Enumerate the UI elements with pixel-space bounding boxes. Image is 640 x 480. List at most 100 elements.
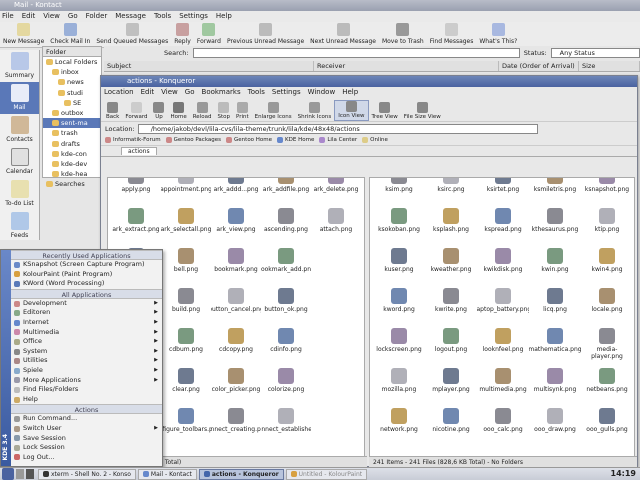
tree-view-button[interactable]: Tree View bbox=[369, 102, 401, 121]
menu-item-switch-user[interactable]: Switch User ▶ bbox=[11, 424, 162, 434]
move-to-trash-button[interactable]: Move to Trash bbox=[379, 22, 427, 47]
menu-folder[interactable]: Folder bbox=[86, 11, 108, 22]
menu-item-kword[interactable]: KWord (Word Processing) bbox=[11, 279, 162, 289]
file-item[interactable] bbox=[311, 248, 361, 288]
sidebar-item-todo[interactable]: To-do List bbox=[0, 178, 39, 210]
konqueror-titlebar[interactable]: actions - Konqueror bbox=[101, 76, 637, 87]
icon-view-button[interactable]: Icon View bbox=[334, 100, 369, 121]
menu-item-development[interactable]: Development ▶ bbox=[11, 299, 162, 309]
menu-tools[interactable]: Tools bbox=[248, 87, 265, 98]
menu-help[interactable]: Help bbox=[216, 11, 232, 22]
file-item[interactable]: mozilla.png bbox=[373, 368, 425, 408]
menu-bookmarks[interactable]: Bookmarks bbox=[202, 87, 241, 98]
menu-item-lock-session[interactable]: Lock Session bbox=[11, 443, 162, 453]
forward-button[interactable]: Forward bbox=[194, 22, 224, 47]
bookmark-item[interactable]: Gentoo Packages bbox=[165, 137, 221, 143]
back-button[interactable]: Back bbox=[103, 102, 122, 121]
menu-item-more-apps[interactable]: More Applications ▶ bbox=[11, 376, 162, 386]
task-kontact[interactable]: Mail - Kontact bbox=[137, 468, 197, 480]
file-item[interactable]: ksokoban.png bbox=[373, 208, 425, 248]
new-message-button[interactable]: New Message bbox=[0, 22, 47, 47]
file-item[interactable]: ascending.png bbox=[261, 208, 311, 248]
send-queued-button[interactable]: Send Queued Messages bbox=[93, 22, 171, 47]
file-item[interactable]: kwin.png bbox=[529, 248, 581, 288]
folder-item[interactable]: trash bbox=[43, 128, 101, 138]
file-item[interactable]: connect_creating.png bbox=[211, 408, 261, 448]
tab-actions[interactable]: actions bbox=[121, 147, 157, 155]
next-unread-button[interactable]: Next Unread Message bbox=[307, 22, 379, 47]
file-item[interactable]: clear.png bbox=[161, 368, 211, 408]
file-item[interactable]: licq.png bbox=[529, 288, 581, 328]
file-item[interactable]: ooo_calc.png bbox=[477, 408, 529, 448]
menu-item-save-session[interactable]: Save Session bbox=[11, 434, 162, 444]
file-item[interactable]: mathematica.png bbox=[529, 328, 581, 368]
menu-help[interactable]: Help bbox=[342, 87, 358, 98]
menu-file[interactable]: File bbox=[2, 11, 14, 22]
menu-item-help[interactable]: Help bbox=[11, 395, 162, 405]
menu-settings[interactable]: Settings bbox=[179, 11, 208, 22]
file-item[interactable]: ark_addfile.png bbox=[261, 178, 311, 208]
kontact-titlebar[interactable]: Mail - Kontact bbox=[0, 0, 640, 11]
file-item[interactable]: lockscreen.png bbox=[373, 328, 425, 368]
file-item[interactable]: bell.png bbox=[161, 248, 211, 288]
reply-button[interactable]: Reply bbox=[171, 22, 194, 47]
terminal-launcher-button[interactable] bbox=[26, 469, 34, 479]
stop-button[interactable]: Stop bbox=[214, 102, 233, 121]
task-konqueror[interactable]: actions - Konqueror bbox=[198, 468, 284, 480]
menu-item-kolourpaint[interactable]: KolourPaint (Paint Program) bbox=[11, 270, 162, 280]
folder-item[interactable]: kde-con bbox=[43, 149, 101, 159]
file-item[interactable]: apply.png bbox=[111, 178, 161, 208]
file-item[interactable]: colorize.png bbox=[261, 368, 311, 408]
menu-item-utilities[interactable]: Utilities ▶ bbox=[11, 356, 162, 366]
file-item[interactable]: kuser.png bbox=[373, 248, 425, 288]
column-receiver[interactable]: Receiver bbox=[314, 61, 499, 71]
menu-item-multimedia[interactable]: Multimedia ▶ bbox=[11, 328, 162, 338]
print-button[interactable]: Print bbox=[233, 102, 252, 121]
menu-go[interactable]: Go bbox=[185, 87, 195, 98]
file-item[interactable]: ark_addd...png bbox=[211, 178, 261, 208]
file-item[interactable]: looknfeel.png bbox=[477, 328, 529, 368]
file-item[interactable]: kweather.png bbox=[425, 248, 477, 288]
folder-item[interactable]: Local Folders bbox=[43, 57, 101, 67]
find-messages-button[interactable]: Find Messages bbox=[427, 22, 477, 47]
menu-go[interactable]: Go bbox=[68, 11, 78, 22]
folder-item[interactable]: kde-hea bbox=[43, 169, 101, 179]
up-button[interactable]: Up bbox=[150, 102, 167, 121]
menu-item-office[interactable]: Office ▶ bbox=[11, 337, 162, 347]
file-item[interactable]: ktip.png bbox=[581, 208, 633, 248]
menu-edit[interactable]: Edit bbox=[141, 87, 155, 98]
folder-item[interactable]: inbox bbox=[43, 67, 101, 77]
file-item[interactable]: appointment.png bbox=[161, 178, 211, 208]
search-input[interactable] bbox=[192, 47, 520, 58]
task-xterm[interactable]: xterm - Shell No. 2 - Konso bbox=[38, 468, 136, 480]
prev-unread-button[interactable]: Previous Unread Message bbox=[224, 22, 307, 47]
file-item[interactable]: build.png bbox=[161, 288, 211, 328]
file-item[interactable]: kwrite.png bbox=[425, 288, 477, 328]
bookmark-item[interactable]: KDE Home bbox=[277, 137, 314, 143]
file-item[interactable]: nicotine.png bbox=[425, 408, 477, 448]
folder-item[interactable]: kde-dev bbox=[43, 159, 101, 169]
file-item[interactable]: ksirc.png bbox=[425, 178, 477, 208]
file-item[interactable]: logout.png bbox=[425, 328, 477, 368]
forward-button[interactable]: Forward bbox=[122, 102, 150, 121]
file-item[interactable]: ark_extract.png bbox=[111, 208, 161, 248]
whats-this-button[interactable]: What's This? bbox=[476, 22, 520, 47]
file-item[interactable]: kword.png bbox=[373, 288, 425, 328]
file-item[interactable]: ksmiletris.png bbox=[529, 178, 581, 208]
bookmark-item[interactable]: Lila Center bbox=[319, 137, 357, 143]
file-item[interactable]: ksnapshot.png bbox=[581, 178, 633, 208]
show-desktop-button[interactable] bbox=[16, 469, 24, 479]
file-item[interactable]: netbeans.png bbox=[581, 368, 633, 408]
file-item[interactable]: multisynk.png bbox=[529, 368, 581, 408]
task-kolourpaint[interactable]: Untitled - KolourPaint bbox=[285, 468, 368, 480]
menu-location[interactable]: Location bbox=[104, 87, 134, 98]
home-button[interactable]: Home bbox=[167, 102, 189, 121]
bookmark-item[interactable]: Informatik-Forum bbox=[105, 137, 161, 143]
menu-message[interactable]: Message bbox=[115, 11, 146, 22]
status-select[interactable]: Any Status bbox=[550, 47, 640, 58]
shrink-icons-button[interactable]: Shrink Icons bbox=[295, 102, 335, 121]
menu-item-internet[interactable]: Internet ▶ bbox=[11, 318, 162, 328]
file-item[interactable]: cdbum.png bbox=[161, 328, 211, 368]
file-item[interactable]: multimedia.png bbox=[477, 368, 529, 408]
reload-button[interactable]: Reload bbox=[190, 102, 215, 121]
